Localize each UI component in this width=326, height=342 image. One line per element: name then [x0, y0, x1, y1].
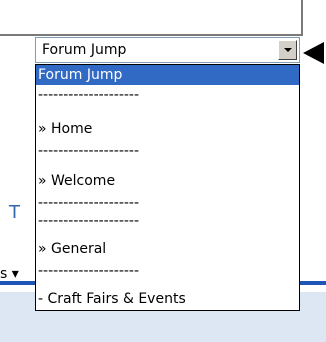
- option-separator[interactable]: --------------------: [36, 141, 299, 161]
- chevron-down-icon: [284, 48, 292, 52]
- background-partial-menu[interactable]: s ▾: [0, 266, 19, 282]
- option-forum-jump[interactable]: Forum Jump: [36, 65, 299, 85]
- option-craft-fairs-events[interactable]: - Craft Fairs & Events: [36, 289, 299, 309]
- option-separator[interactable]: --------------------: [36, 211, 299, 231]
- forum-jump-value: Forum Jump: [42, 42, 127, 58]
- forum-jump-select[interactable]: Forum Jump: [35, 37, 300, 63]
- option-welcome[interactable]: » Welcome: [36, 171, 299, 191]
- option-separator[interactable]: --------------------: [36, 193, 299, 213]
- dropdown-button[interactable]: [278, 40, 297, 60]
- option-home[interactable]: » Home: [36, 119, 299, 139]
- background-partial-text: T: [9, 202, 20, 223]
- option-separator[interactable]: --------------------: [36, 85, 299, 105]
- option-separator[interactable]: --------------------: [36, 261, 299, 281]
- arrow-left-icon: [303, 42, 324, 64]
- page-frame: [0, 0, 303, 36]
- option-general[interactable]: » General: [36, 239, 299, 259]
- forum-jump-dropdown[interactable]: Forum Jump -------------------- » Home -…: [35, 64, 300, 311]
